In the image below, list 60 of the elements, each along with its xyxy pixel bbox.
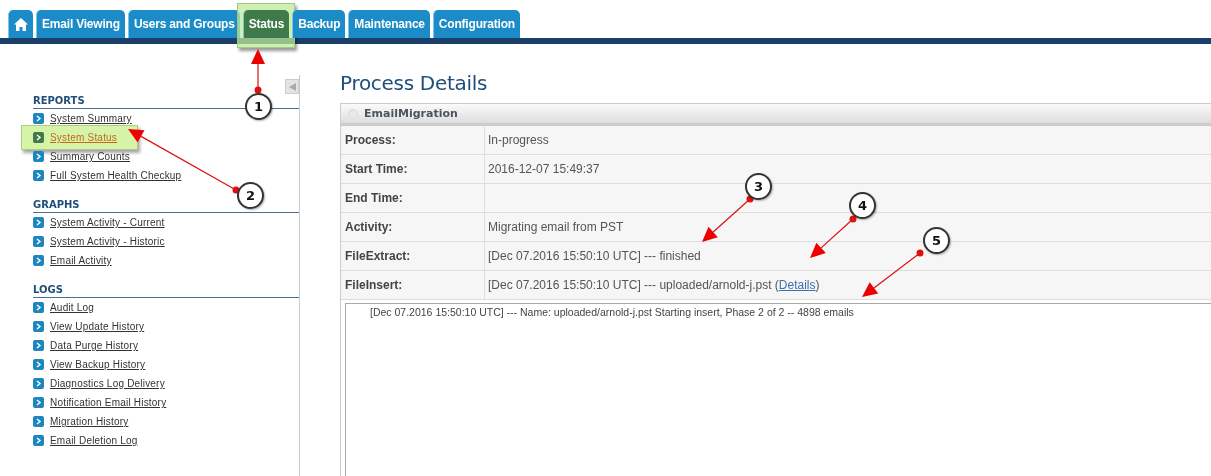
field-value: 2016-12-07 15:49:37 xyxy=(488,162,600,176)
chevron-right-icon xyxy=(33,378,44,389)
page-title: Process Details xyxy=(340,71,489,95)
circle-icon xyxy=(348,108,358,119)
sidebar-link[interactable]: Audit Log xyxy=(50,302,95,313)
sidebar-link[interactable]: View Update History xyxy=(50,321,145,332)
sidebar-link[interactable]: View Backup History xyxy=(50,359,146,370)
sidebar-link[interactable]: System Activity - Historic xyxy=(50,236,165,247)
chevron-right-icon xyxy=(33,151,44,162)
chevron-right-icon xyxy=(33,170,44,181)
chevron-right-icon xyxy=(33,340,44,351)
panel-title: EmailMigration xyxy=(364,107,458,120)
sidebar-link[interactable]: System Summary xyxy=(50,113,132,124)
callout-arrow xyxy=(862,249,924,297)
sidebar-link[interactable]: Summary Counts xyxy=(50,151,131,162)
field-label: End Time: xyxy=(341,184,485,212)
chevron-right-icon xyxy=(33,255,44,266)
sidebar-link[interactable]: Notification Email History xyxy=(50,397,167,408)
log-line: [Dec 07.2016 15:50:10 UTC] --- Name: uploaded/arnold-j.pst Starting insert, Phase 2 of 2 -- 4898 emails xyxy=(370,306,855,318)
field-value: In-progress xyxy=(488,133,549,147)
chevron-right-icon xyxy=(33,302,44,313)
field-value: Migrating email from PST xyxy=(488,220,624,234)
field-label: Process: xyxy=(341,126,485,154)
sidebar-link[interactable]: Data Purge History xyxy=(50,340,139,351)
field-label: Start Time: xyxy=(341,155,485,183)
nav-tab[interactable]: Users and Groups xyxy=(127,10,240,38)
chevron-right-icon xyxy=(33,321,44,332)
chevron-right-icon xyxy=(33,132,44,143)
nav-tab[interactable]: Configuration xyxy=(432,10,520,38)
sidebar-link[interactable]: Full System Health Checkup xyxy=(50,170,182,181)
field-label: FileExtract: xyxy=(341,242,485,270)
chevron-right-icon xyxy=(33,416,44,427)
field-label: Activity: xyxy=(341,213,485,241)
nav-tab[interactable]: Email Viewing xyxy=(36,10,125,38)
field-value: [Dec 07.2016 15:50:10 UTC] --- uploaded/arnold-j.pst (Details) xyxy=(488,278,820,292)
section-heading: LOGS xyxy=(33,282,299,298)
house-icon xyxy=(14,17,28,31)
chevron-right-icon xyxy=(33,217,44,228)
callout-arrow xyxy=(810,215,857,258)
chevron-right-icon xyxy=(33,236,44,247)
chevron-right-icon xyxy=(33,435,44,446)
sidebar-link[interactable]: Email Activity xyxy=(50,255,112,266)
nav-tab[interactable]: Backup xyxy=(292,10,346,38)
sidebar-link[interactable]: Diagnostics Log Delivery xyxy=(50,378,165,389)
chevron-right-icon xyxy=(33,397,44,408)
field-label: FileInsert: xyxy=(341,271,485,299)
chevron-right-icon xyxy=(33,113,44,124)
nav-tab[interactable]: Status xyxy=(242,10,290,38)
sidebar-link[interactable]: Migration History xyxy=(50,416,129,427)
details-link[interactable]: Details xyxy=(778,278,816,292)
nav-tab[interactable]: Maintenance xyxy=(348,10,430,38)
sidebar-link[interactable]: System Activity - Current xyxy=(50,217,165,228)
callout-arrow xyxy=(251,49,265,94)
callout-badge: 1 xyxy=(245,93,272,120)
callout-arrow xyxy=(702,195,754,242)
field-value: [Dec 07.2016 15:50:10 UTC] --- finished xyxy=(488,249,701,263)
sidebar-link[interactable]: Email Deletion Log xyxy=(50,435,138,446)
triangle-left-icon xyxy=(288,82,296,91)
home-tab[interactable] xyxy=(8,10,33,38)
chevron-right-icon xyxy=(33,359,44,370)
